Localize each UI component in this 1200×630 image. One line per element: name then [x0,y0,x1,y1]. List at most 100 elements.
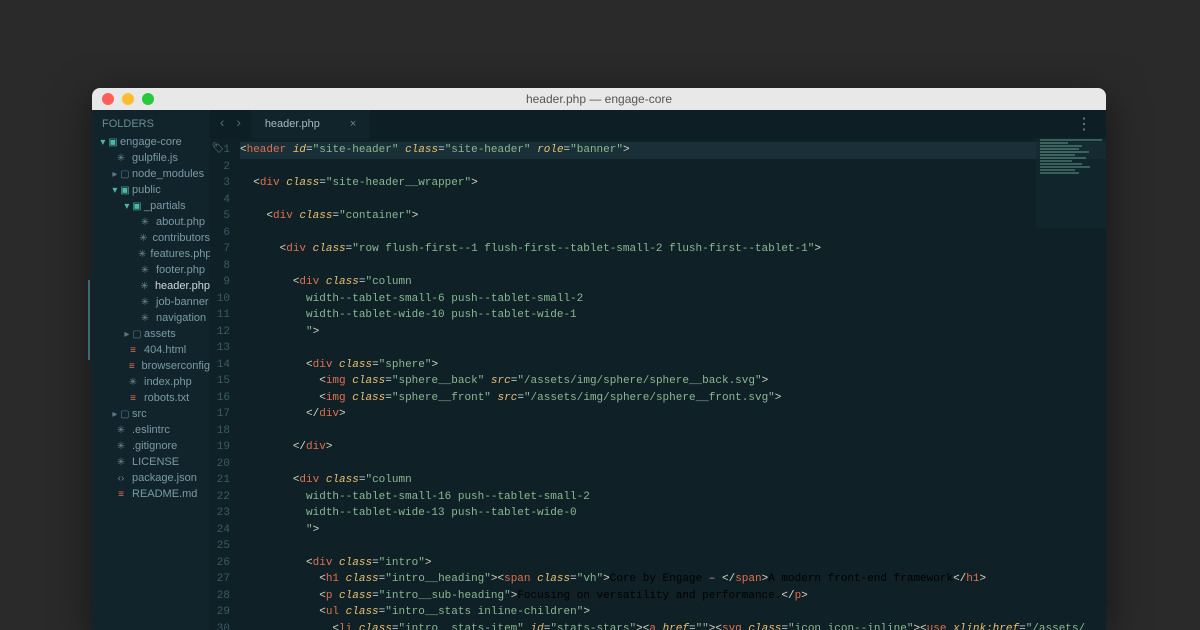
gear-icon: ✳ [138,249,146,260]
folder-icon: ▸ ▢ [126,329,140,340]
gear-icon: ✳ [114,425,128,436]
tree-item[interactable]: ✳gulpfile.js [92,150,210,166]
code-editor[interactable]: 🏷 12345678910111213141516171819202122232… [210,138,1106,630]
tab-close-icon[interactable]: × [350,118,356,130]
code-line[interactable]: <ul class="intro__stats inline-children"… [240,604,1106,621]
code-content[interactable]: <header id="site-header" class="site-hea… [238,138,1106,630]
close-window-icon[interactable] [102,93,114,105]
tree-item-label: gulpfile.js [132,152,178,164]
titlebar[interactable]: header.php — engage-core [92,88,1106,110]
code-line[interactable]: width--tablet-wide-10 push--tablet-wide-… [240,307,1106,324]
code-line[interactable]: <header id="site-header" class="site-hea… [240,142,1106,159]
tree-item[interactable]: ✳ features.php [92,246,210,262]
tree-item[interactable]: ≡ robots.txt [92,390,210,406]
tree-item-label: _partials [144,200,186,212]
tree-item[interactable]: ▸ ▢node_modules [92,166,210,182]
tree-item-label: features.php [150,248,210,260]
code-line[interactable]: <div class="column [240,472,1106,489]
code-line[interactable] [240,258,1106,275]
tab-header-php[interactable]: header.php × [251,110,371,138]
code-line[interactable]: <div class="container"> [240,208,1106,225]
folder-open-icon: ▾ ▣ [102,137,116,148]
minimap[interactable] [1036,138,1106,228]
gear-icon: ✳ [138,313,152,324]
tree-item[interactable]: ✳.gitignore [92,438,210,454]
html-icon: ≡ [126,393,140,404]
code-line[interactable]: <img class="sphere__front" src="/assets/… [240,390,1106,407]
code-line[interactable]: <h1 class="intro__heading"><span class="… [240,571,1106,588]
tree-item[interactable]: ✳LICENSE [92,454,210,470]
gear-icon: ✳ [138,297,152,308]
code-line[interactable]: "> [240,324,1106,341]
minimize-window-icon[interactable] [122,93,134,105]
folder-open-icon: ▾ ▣ [126,201,140,212]
gear-icon: ✳ [138,265,152,276]
code-line[interactable]: width--tablet-small-6 push--tablet-small… [240,291,1106,308]
editor-area: ‹ › header.php × ⋮ 🏷 1234567891011121314… [210,110,1106,630]
tree-item-label: footer.php [156,264,205,276]
tab-bar: ‹ › header.php × ⋮ [210,110,1106,138]
code-line[interactable] [240,538,1106,555]
html-icon: ≡ [114,489,128,500]
sidebar: FOLDERS ▾ ▣engage-core✳gulpfile.js▸ ▢nod… [92,110,210,630]
tab-label: header.php [265,118,320,130]
code-line[interactable] [240,456,1106,473]
gear-icon: ✳ [138,281,151,292]
tree-item[interactable]: ‹› package.json [92,470,210,486]
code-icon: ‹› [114,473,128,484]
tree-item-label: header.php [155,280,210,292]
folder-open-icon: ▾ ▣ [114,185,128,196]
bookmark-icon[interactable]: 🏷 [210,142,226,156]
code-line[interactable]: <p class="intro__sub-heading">Focusing o… [240,588,1106,605]
code-line[interactable]: <li class="intro__stats-item" id="stats-… [240,621,1106,630]
tree-item-label: browserconfig [142,360,210,372]
nav-arrows: ‹ › [210,116,251,132]
tree-item[interactable]: ▸ ▢assets [92,326,210,342]
tree-item[interactable]: ✳job-banner [92,294,210,310]
tree-item[interactable]: ≡browserconfig [92,358,210,374]
code-line[interactable]: width--tablet-small-16 push--tablet-smal… [240,489,1106,506]
more-menu-icon[interactable]: ⋮ [1062,114,1106,134]
code-line[interactable] [240,159,1106,176]
tree-item[interactable]: ✳ footer.php [92,262,210,278]
tree-item[interactable]: ✳contributors [92,230,210,246]
nav-forward-icon[interactable]: › [234,116,242,132]
maximize-window-icon[interactable] [142,93,154,105]
code-line[interactable] [240,225,1106,242]
tree-item[interactable]: ▸ ▢src [92,406,210,422]
tree-item[interactable]: ✳index.php [92,374,210,390]
tree-item[interactable]: ≡404.html [92,342,210,358]
tree-item-label: contributors [153,232,210,244]
code-line[interactable]: <img class="sphere__back" src="/assets/i… [240,373,1106,390]
tree-item[interactable]: ✳navigation [92,310,210,326]
folders-heading: FOLDERS [92,110,210,134]
tree-item[interactable]: ✳ .eslintrc [92,422,210,438]
code-line[interactable]: width--tablet-wide-13 push--tablet-wide-… [240,505,1106,522]
code-line[interactable]: <div class="site-header__wrapper"> [240,175,1106,192]
tree-item-label: package.json [132,472,197,484]
tree-item[interactable]: ✳about.php [92,214,210,230]
gear-icon: ✳ [114,457,128,468]
code-line[interactable]: <div class="column [240,274,1106,291]
nav-back-icon[interactable]: ‹ [218,116,226,132]
code-line[interactable] [240,340,1106,357]
folder-icon: ▸ ▢ [114,169,128,180]
code-line[interactable]: </div> [240,439,1106,456]
code-line[interactable] [240,192,1106,209]
code-line[interactable]: </div> [240,406,1106,423]
code-line[interactable]: "> [240,522,1106,539]
code-line[interactable] [240,423,1106,440]
tree-item-label: index.php [144,376,192,388]
tree-item-label: .gitignore [132,440,177,452]
tree-item-label: robots.txt [144,392,189,404]
tree-item[interactable]: ▾ ▣engage-core [92,134,210,150]
tree-item[interactable]: ≡README.md [92,486,210,502]
code-line[interactable]: <div class="sphere"> [240,357,1106,374]
tree-item[interactable]: ▾ ▣ _partials [92,198,210,214]
tree-item-label: .eslintrc [132,424,170,436]
code-line[interactable]: <div class="row flush-first--1 flush-fir… [240,241,1106,258]
code-line[interactable]: <div class="intro"> [240,555,1106,572]
tree-item[interactable]: ▾ ▣public [92,182,210,198]
main-layout: FOLDERS ▾ ▣engage-core✳gulpfile.js▸ ▢nod… [92,110,1106,630]
tree-item[interactable]: ✳ header.php [92,278,210,294]
